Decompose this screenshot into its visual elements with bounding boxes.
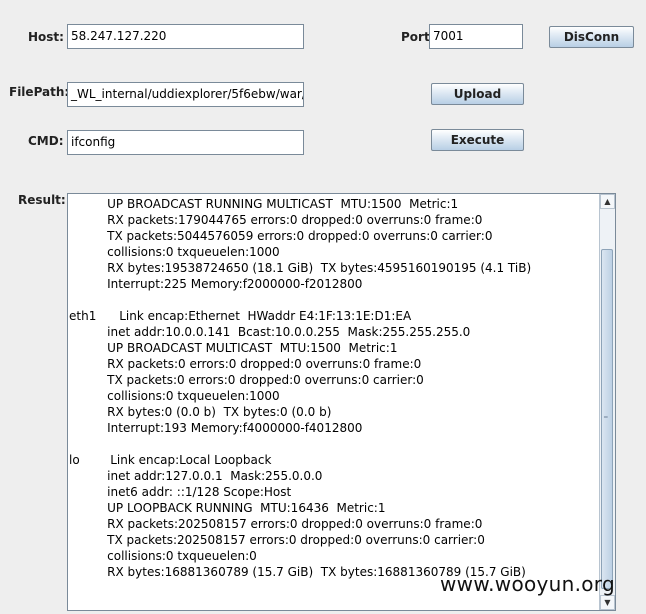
filepath-label: FilePath: bbox=[9, 85, 70, 99]
cmd-input[interactable]: ifconfig bbox=[67, 130, 304, 155]
result-line: collisions:0 txqueuelen:1000 bbox=[69, 245, 280, 259]
result-line: TX packets:5044576059 errors:0 dropped:0… bbox=[69, 229, 493, 243]
result-line: TX packets:202508157 errors:0 dropped:0 … bbox=[69, 533, 485, 547]
result-line: Interrupt:225 Memory:f2000000-f2012800 bbox=[69, 277, 363, 291]
result-line: RX packets:0 errors:0 dropped:0 overruns… bbox=[69, 357, 422, 371]
result-line: eth1 Link encap:Ethernet HWaddr E4:1F:13… bbox=[69, 309, 412, 323]
result-line: RX packets:179044765 errors:0 dropped:0 … bbox=[69, 213, 483, 227]
result-textarea[interactable]: UP BROADCAST RUNNING MULTICAST MTU:1500 … bbox=[67, 193, 616, 611]
result-line: collisions:0 txqueuelen:0 bbox=[69, 549, 257, 563]
disconnect-button[interactable]: DisConn bbox=[549, 26, 634, 48]
upload-button[interactable]: Upload bbox=[431, 83, 524, 105]
result-line: lo Link encap:Local Loopback bbox=[69, 453, 272, 467]
result-line: Interrupt:193 Memory:f4000000-f4012800 bbox=[69, 421, 363, 435]
result-line bbox=[69, 436, 531, 452]
scroll-thumb[interactable]: ═ bbox=[601, 249, 613, 589]
scroll-grip-icon: ═ bbox=[604, 414, 608, 421]
cmd-label: CMD: bbox=[28, 134, 64, 148]
execute-button[interactable]: Execute bbox=[431, 129, 524, 151]
result-scrollbar[interactable]: ▲ ═ ▼ bbox=[599, 194, 615, 610]
filepath-input[interactable]: _WL_internal/uddiexplorer/5f6ebw/war/fxl… bbox=[67, 82, 304, 107]
result-line: collisions:0 txqueuelen:1000 bbox=[69, 389, 280, 403]
result-line: RX packets:202508157 errors:0 dropped:0 … bbox=[69, 517, 483, 531]
host-input[interactable]: 58.247.127.220 bbox=[67, 24, 304, 49]
result-line: RX bytes:0 (0.0 b) TX bytes:0 (0.0 b) bbox=[69, 405, 332, 419]
arrow-down-icon[interactable]: ▼ bbox=[600, 595, 615, 610]
host-label: Host: bbox=[28, 30, 64, 44]
watermark: www.wooyun.org bbox=[440, 572, 615, 596]
result-label: Result: bbox=[18, 193, 66, 207]
arrow-up-icon[interactable]: ▲ bbox=[600, 194, 615, 209]
result-line: inet addr:127.0.0.1 Mask:255.0.0.0 bbox=[69, 469, 323, 483]
result-line: UP BROADCAST MULTICAST MTU:1500 Metric:1 bbox=[69, 341, 398, 355]
result-line: TX packets:0 errors:0 dropped:0 overruns… bbox=[69, 373, 424, 387]
result-output: UP BROADCAST RUNNING MULTICAST MTU:1500 … bbox=[69, 196, 531, 580]
result-line: inet addr:10.0.0.141 Bcast:10.0.0.255 Ma… bbox=[69, 325, 471, 339]
result-line: UP BROADCAST RUNNING MULTICAST MTU:1500 … bbox=[69, 197, 459, 211]
result-line: inet6 addr: ::1/128 Scope:Host bbox=[69, 485, 292, 499]
result-line: RX bytes:19538724650 (18.1 GiB) TX bytes… bbox=[69, 261, 532, 275]
result-line: UP LOOPBACK RUNNING MTU:16436 Metric:1 bbox=[69, 501, 386, 515]
port-input[interactable]: 7001 bbox=[429, 24, 523, 49]
result-line bbox=[69, 292, 531, 308]
